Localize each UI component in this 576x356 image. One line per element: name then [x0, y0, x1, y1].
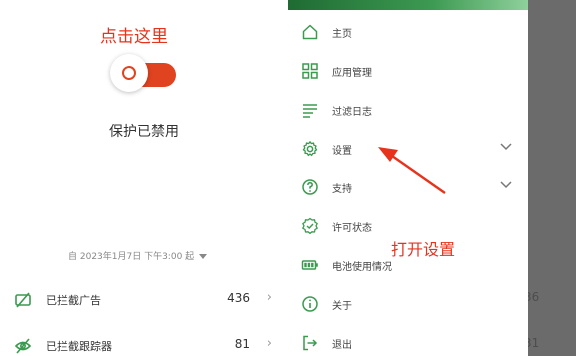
- chevron-right-icon: ›: [266, 290, 272, 305]
- battery-icon: [301, 260, 318, 270]
- menu-label: 关于: [332, 301, 352, 312]
- menu-item-exit[interactable]: 退出: [288, 328, 528, 356]
- chevron-down-icon[interactable]: [500, 142, 512, 152]
- blocked-ads-icon: [15, 292, 31, 308]
- menu-item-apps[interactable]: 应用管理: [288, 56, 528, 86]
- blocked-trackers-icon: [14, 338, 32, 354]
- navigation-drawer: 主页 应用管理 过滤日志 设置 支持 许可状态 电池使用情况 关于 退出: [288, 0, 528, 356]
- menu-label: 支持: [332, 184, 352, 195]
- menu-label: 主页: [332, 29, 352, 40]
- info-icon: [302, 296, 318, 312]
- chevron-down-icon[interactable]: [500, 180, 512, 190]
- menu-label: 许可状态: [332, 223, 372, 234]
- drawer-header: [288, 0, 528, 10]
- menu-item-support[interactable]: 支持: [288, 172, 528, 202]
- menu-label: 应用管理: [332, 68, 372, 79]
- menu-item-home[interactable]: 主页: [288, 17, 528, 47]
- protection-screen: 点击这里 保护已禁用 自 2023年1月7日 下午3:00 起 已拦截广告 43…: [0, 0, 288, 356]
- filter-log-icon: [303, 104, 317, 118]
- protection-since-selector[interactable]: 自 2023年1月7日 下午3:00 起: [68, 249, 208, 262]
- stat-count: 81: [234, 337, 250, 351]
- protection-status-text: 保护已禁用: [109, 124, 179, 140]
- gear-icon: [302, 141, 318, 157]
- menu-label: 过滤日志: [332, 107, 372, 118]
- since-text: 自 2023年1月7日 下午3:00 起: [68, 252, 195, 262]
- apps-grid-icon: [302, 63, 318, 79]
- stat-row-blocked-trackers[interactable]: 已拦截跟踪器 81 ›: [0, 331, 288, 356]
- stat-row-blocked-ads[interactable]: 已拦截广告 436 ›: [0, 285, 288, 315]
- toggle-knob[interactable]: [110, 54, 148, 92]
- stat-label: 已拦截跟踪器: [46, 340, 112, 353]
- annotation-click-here: 点击这里: [100, 27, 168, 47]
- badge-gear-icon: [302, 217, 318, 234]
- annotation-open-settings: 打开设置: [391, 240, 456, 259]
- stat-count: 436: [227, 291, 250, 305]
- menu-label: 设置: [332, 146, 352, 157]
- dropdown-caret-icon: [199, 254, 208, 259]
- exit-icon: [303, 335, 318, 351]
- menu-item-settings[interactable]: 设置: [288, 134, 528, 164]
- menu-item-about[interactable]: 关于: [288, 289, 528, 319]
- menu-item-filter-log[interactable]: 过滤日志: [288, 95, 528, 125]
- stat-label: 已拦截广告: [46, 294, 101, 307]
- menu-label: 电池使用情况: [332, 262, 392, 273]
- menu-label: 退出: [332, 340, 352, 351]
- help-icon: [302, 179, 318, 195]
- chevron-right-icon: ›: [266, 336, 272, 351]
- home-icon: [302, 24, 318, 40]
- protection-toggle[interactable]: [110, 52, 178, 96]
